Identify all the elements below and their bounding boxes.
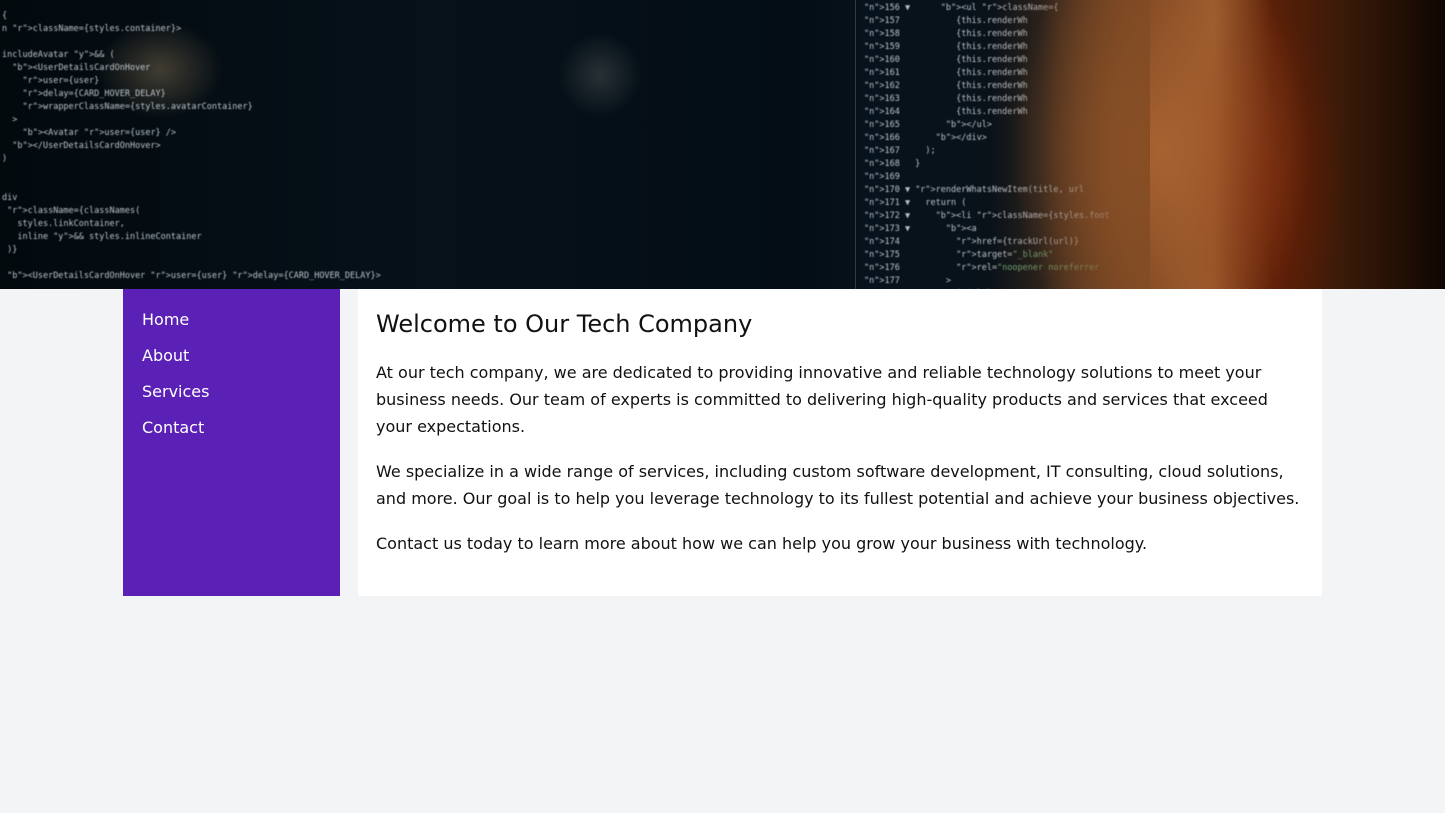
services-paragraph: We specialize in a wide range of service… bbox=[376, 462, 1300, 508]
intro-paragraph: At our tech company, we are dedicated to… bbox=[376, 363, 1268, 436]
nav-item-services: Services bbox=[142, 379, 340, 415]
nav-link-about[interactable]: About bbox=[142, 343, 189, 369]
nav-item-home: Home bbox=[142, 307, 340, 343]
sidebar-nav: Home About Services Contact bbox=[123, 289, 340, 596]
nav-link-home[interactable]: Home bbox=[142, 307, 189, 333]
nav-item-about: About bbox=[142, 343, 340, 379]
contact-paragraph: Contact us today to learn more about how… bbox=[376, 534, 1148, 553]
nav-link-services[interactable]: Services bbox=[142, 379, 209, 405]
hero-code-left: { n "r">className={styles.container}> in… bbox=[2, 11, 381, 281]
hero-banner-image: { n "r">className={styles.container}> in… bbox=[0, 0, 1445, 289]
hero-foreground-blur bbox=[990, 0, 1150, 289]
nav-link-contact[interactable]: Contact bbox=[142, 415, 204, 441]
main-content: Welcome to Our Tech Company At our tech … bbox=[358, 289, 1322, 596]
page-title: Welcome to Our Tech Company bbox=[376, 310, 753, 338]
nav-list: Home About Services Contact bbox=[123, 289, 340, 451]
nav-item-contact: Contact bbox=[142, 415, 340, 451]
hero-editor-divider bbox=[855, 0, 856, 289]
